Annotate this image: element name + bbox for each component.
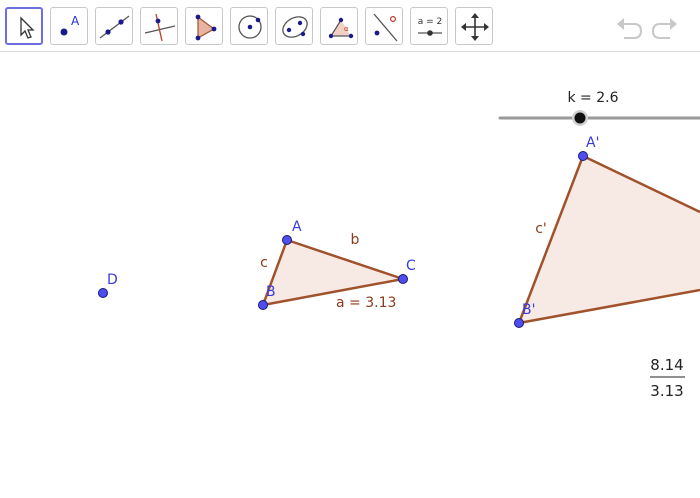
triangle-image[interactable]: [519, 156, 700, 323]
geometry-canvas: k = 2.6 b c a = 3.13 c' A C B D A' B' 8.…: [98, 90, 700, 400]
circle-center-point-icon: [238, 15, 262, 39]
undo-icon: [617, 18, 643, 39]
tool-slider[interactable]: a = 2: [410, 7, 448, 45]
segment-label-c-prime: c': [535, 221, 547, 237]
slider-k-handle[interactable]: [574, 112, 586, 124]
tool-circle[interactable]: [230, 7, 268, 45]
point-a-prime[interactable]: [578, 151, 588, 161]
tool-line[interactable]: [95, 7, 133, 45]
slider-icon: a = 2: [418, 17, 443, 36]
point-label-a: A: [292, 219, 302, 235]
point-b[interactable]: [258, 300, 268, 310]
reflect-icon: [373, 13, 398, 42]
tool-reflect[interactable]: [365, 7, 403, 45]
slider-tool-label: a = 2: [418, 17, 443, 27]
point-label-c: C: [406, 258, 416, 274]
point-label-d: D: [107, 272, 118, 288]
graphics-view[interactable]: k = 2.6 b c a = 3.13 c' A C B D A' B' 8.…: [0, 52, 700, 494]
segment-label-c: c: [260, 255, 268, 271]
point-c[interactable]: [398, 274, 408, 284]
segment-label-a: a = 3.13: [336, 295, 396, 311]
polygon-icon: [195, 14, 217, 41]
move-graphics-view-icon: [461, 13, 489, 41]
undo-button[interactable]: [614, 12, 644, 42]
tool-move-graphics-view[interactable]: [455, 7, 493, 45]
tool-ellipse[interactable]: [275, 7, 313, 45]
point-label-b-prime: B': [522, 302, 535, 318]
point-icon: A: [60, 14, 80, 36]
point-label-a-prime: A': [586, 135, 599, 151]
point-label-b: B: [266, 284, 276, 300]
fraction-denominator: 3.13: [650, 382, 683, 400]
angle-icon: α: [328, 17, 354, 39]
point-b-prime[interactable]: [514, 318, 524, 328]
redo-icon: [651, 18, 677, 39]
tool-angle[interactable]: α: [320, 7, 358, 45]
perpendicular-line-icon: [144, 13, 176, 42]
move-icon: [20, 16, 35, 39]
point-a[interactable]: [282, 235, 292, 245]
point-tool-label: A: [71, 14, 80, 28]
toolbar: A α a = 2: [0, 0, 700, 52]
slider-k-label: k = 2.6: [567, 90, 618, 106]
tool-polygon[interactable]: [185, 7, 223, 45]
segment-label-b: b: [351, 232, 360, 248]
line-icon: [99, 15, 130, 39]
tool-point[interactable]: A: [50, 7, 88, 45]
svg-text:α: α: [344, 25, 349, 33]
redo-button[interactable]: [650, 12, 680, 42]
tool-perpendicular-line[interactable]: [140, 7, 178, 45]
tool-move[interactable]: [5, 7, 43, 45]
ellipse-icon: [282, 16, 308, 38]
point-d[interactable]: [98, 288, 108, 298]
fraction-numerator: 8.14: [650, 356, 683, 374]
